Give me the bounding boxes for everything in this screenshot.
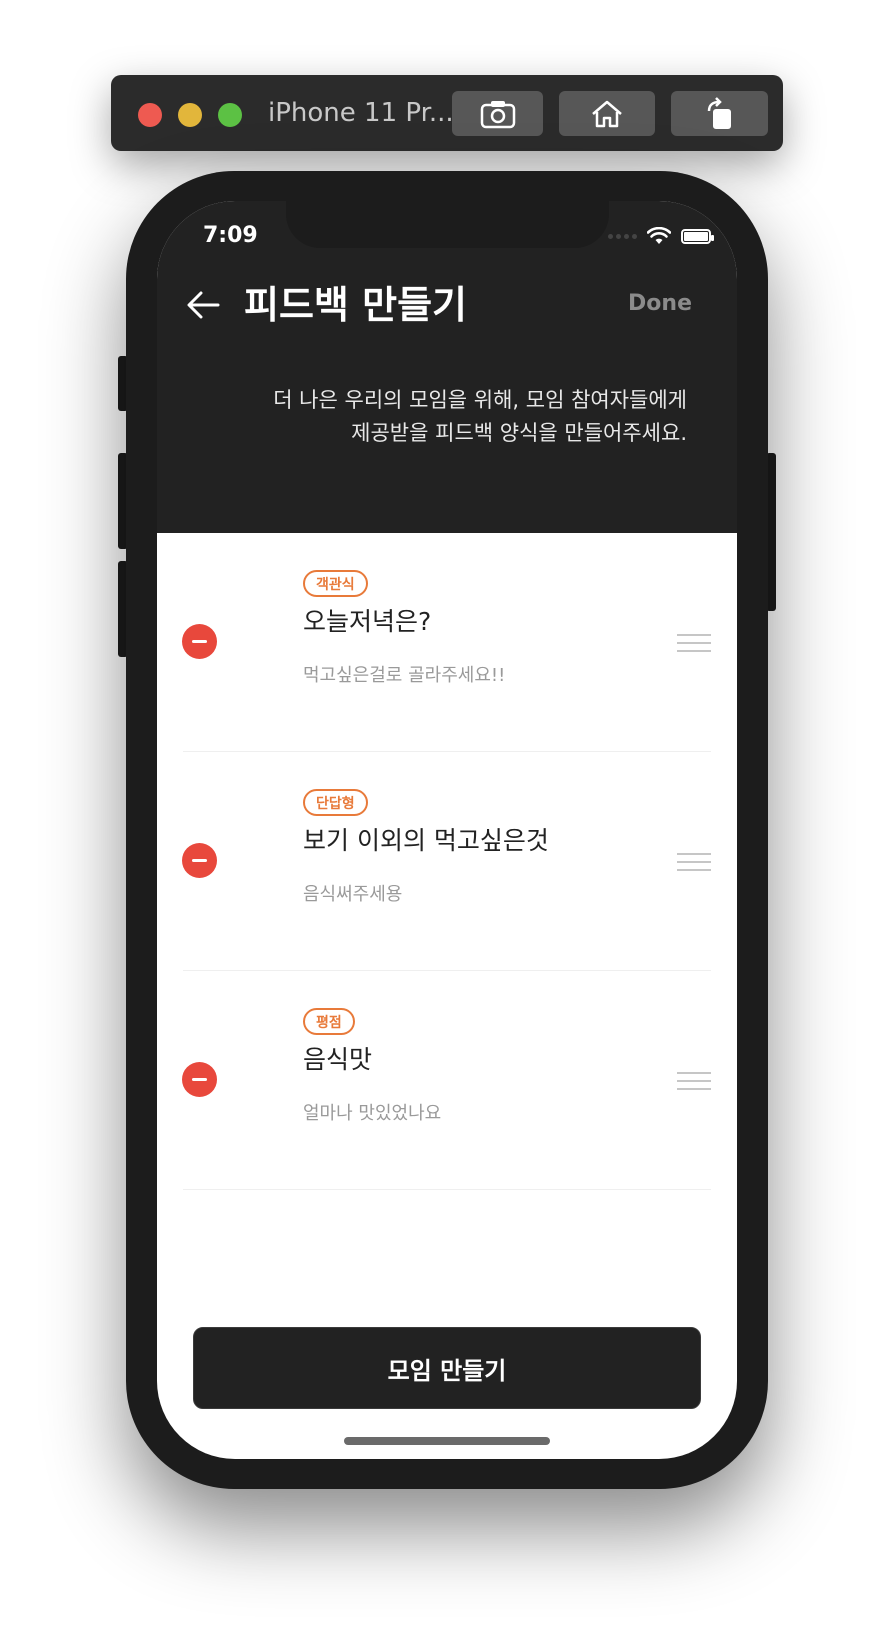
header-area [157, 201, 737, 533]
home-icon [592, 100, 622, 127]
simulator-toolbar: iPhone 11 Pr... [111, 75, 783, 151]
list-item: 객관식 오늘저녁은? 먹고싶은걸로 골라주세요!! [157, 533, 737, 752]
question-title: 보기 이외의 먹고싶은것 [303, 826, 549, 855]
minus-icon [192, 640, 207, 643]
minus-icon [192, 859, 207, 862]
wifi-icon [647, 227, 671, 244]
notch [286, 201, 609, 248]
status-icons [608, 227, 714, 245]
app-screen: 7:09 피드백 만들기 Done 더 나은 우리의 모임을 위해, 모임 참여… [157, 201, 737, 1459]
question-type-badge: 평점 [303, 1008, 355, 1035]
subtitle-line-2: 제공받을 피드백 양식을 만들어주세요. [351, 421, 687, 445]
question-description: 얼마나 맛있었나요 [303, 1103, 442, 1124]
minus-icon [192, 1078, 207, 1081]
back-button[interactable] [181, 283, 225, 327]
divider [183, 1189, 711, 1190]
header-subtitle: 더 나은 우리의 모임을 위해, 모임 참여자들에게 제공받을 피드백 양식을 … [217, 384, 687, 450]
list-item: 단답형 보기 이외의 먹고싶은것 음식써주세용 [157, 752, 737, 971]
done-button[interactable]: Done [628, 291, 692, 316]
remove-item-button[interactable] [182, 624, 217, 659]
rotate-icon [707, 96, 731, 129]
close-window-button[interactable] [138, 103, 162, 127]
drag-handle-icon[interactable] [677, 853, 711, 871]
minimize-window-button[interactable] [178, 103, 202, 127]
question-type-badge: 객관식 [303, 570, 368, 597]
simulator-title: iPhone 11 Pr... [268, 98, 454, 128]
remove-item-button[interactable] [182, 1062, 217, 1097]
signal-icon [608, 233, 637, 239]
screenshot-button[interactable] [452, 91, 543, 136]
question-description: 먹고싶은걸로 골라주세요!! [303, 665, 506, 686]
zoom-window-button[interactable] [218, 103, 242, 127]
question-title: 음식맛 [303, 1045, 373, 1074]
list-item: 평점 음식맛 얼마나 맛있었나요 [157, 971, 737, 1190]
rotate-button[interactable] [671, 91, 768, 136]
page-title: 피드백 만들기 [244, 283, 467, 327]
status-time: 7:09 [203, 223, 258, 248]
question-title: 오늘저녁은? [303, 607, 432, 636]
question-type-badge: 단답형 [303, 789, 368, 816]
create-meeting-button[interactable]: 모임 만들기 [193, 1327, 701, 1409]
camera-icon [480, 100, 515, 128]
question-description: 음식써주세용 [303, 884, 403, 905]
drag-handle-icon[interactable] [677, 1072, 711, 1090]
subtitle-line-1: 더 나은 우리의 모임을 위해, 모임 참여자들에게 [273, 388, 687, 412]
home-button[interactable] [559, 91, 655, 136]
drag-handle-icon[interactable] [677, 634, 711, 652]
remove-item-button[interactable] [182, 843, 217, 878]
arrow-left-icon [187, 291, 220, 319]
home-indicator[interactable] [344, 1437, 550, 1445]
battery-icon [681, 228, 714, 244]
